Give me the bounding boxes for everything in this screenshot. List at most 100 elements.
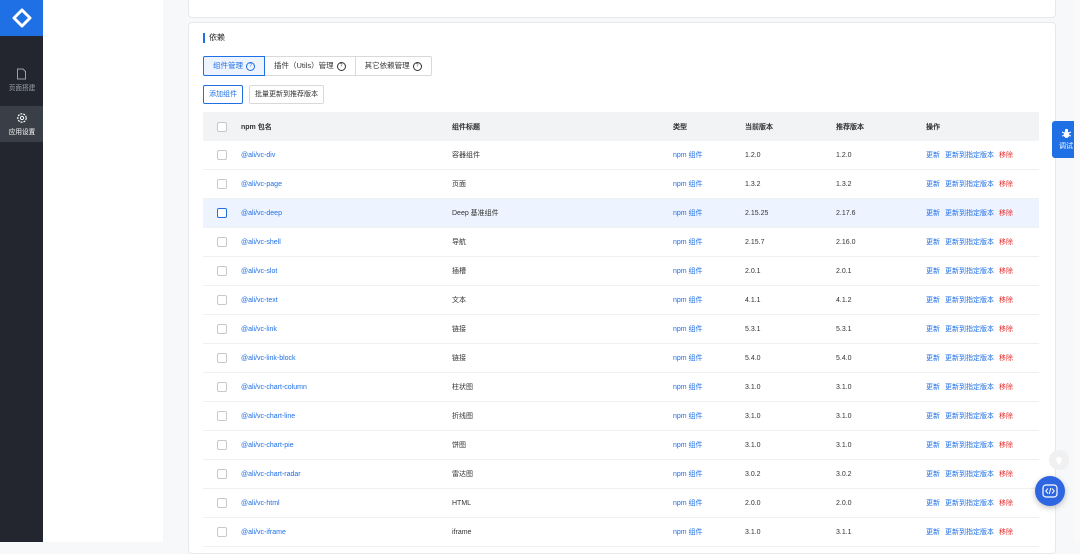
component-type-link[interactable]: npm 组件 [673,413,703,420]
select-all-checkbox[interactable] [217,121,227,132]
update-to-version-link[interactable]: 更新到指定版本 [945,297,994,304]
remove-link[interactable]: 移除 [999,239,1013,246]
update-to-version-link[interactable]: 更新到指定版本 [945,384,994,391]
update-link[interactable]: 更新 [926,500,940,507]
update-link[interactable]: 更新 [926,297,940,304]
package-name-link[interactable]: @ali/vc-chart-column [241,384,307,391]
row-checkbox[interactable] [217,440,227,450]
component-type-link[interactable]: npm 组件 [673,500,703,507]
row-checkbox[interactable] [217,469,227,479]
package-name-link[interactable]: @ali/vc-html [241,500,280,507]
component-type-link[interactable]: npm 组件 [673,239,703,246]
package-name-link[interactable]: @ali/vc-chart-pie [241,442,294,449]
package-name-link[interactable]: @ali/vc-text [241,297,278,304]
sidebar-item-page-builder[interactable]: 页面搭建 [0,62,43,98]
page-scrollbar[interactable] [1074,0,1080,542]
remove-link[interactable]: 移除 [999,355,1013,362]
remove-link[interactable]: 移除 [999,471,1013,478]
row-checkbox[interactable] [217,266,227,276]
update-to-version-link[interactable]: 更新到指定版本 [945,210,994,217]
update-to-version-link[interactable]: 更新到指定版本 [945,355,994,362]
update-link[interactable]: 更新 [926,326,940,333]
component-type-link[interactable]: npm 组件 [673,297,703,304]
component-type-link[interactable]: npm 组件 [673,355,703,362]
component-type-link[interactable]: npm 组件 [673,326,703,333]
update-to-version-link[interactable]: 更新到指定版本 [945,529,994,536]
package-name-link[interactable]: @ali/vc-link-block [241,355,296,362]
help-icon[interactable]: ? [412,61,422,71]
batch-update-button[interactable]: 批量更新到推荐版本 [249,85,324,104]
package-name-link[interactable]: @ali/vc-shell [241,239,281,246]
remove-link[interactable]: 移除 [999,181,1013,188]
tab-utils-management[interactable]: 插件（Utils）管理 ? [264,56,356,76]
location-pin-button[interactable] [1049,450,1069,470]
add-component-button[interactable]: 添加组件 [203,85,243,104]
update-to-version-link[interactable]: 更新到指定版本 [945,500,994,507]
row-checkbox[interactable] [217,527,227,537]
update-link[interactable]: 更新 [926,442,940,449]
row-checkbox[interactable] [217,324,227,334]
package-name-link[interactable]: @ali/vc-page [241,181,282,188]
sidebar-item-app-settings[interactable]: 应用设置 [0,106,43,142]
remove-link[interactable]: 移除 [999,500,1013,507]
remove-link[interactable]: 移除 [999,326,1013,333]
update-to-version-link[interactable]: 更新到指定版本 [945,152,994,159]
remove-link[interactable]: 移除 [999,297,1013,304]
recommended-version: 1.2.0 [836,141,926,170]
update-link[interactable]: 更新 [926,181,940,188]
update-to-version-link[interactable]: 更新到指定版本 [945,239,994,246]
row-checkbox[interactable] [217,353,227,363]
update-to-version-link[interactable]: 更新到指定版本 [945,442,994,449]
remove-link[interactable]: 移除 [999,268,1013,275]
update-to-version-link[interactable]: 更新到指定版本 [945,181,994,188]
remove-link[interactable]: 移除 [999,152,1013,159]
remove-link[interactable]: 移除 [999,529,1013,536]
update-to-version-link[interactable]: 更新到指定版本 [945,413,994,420]
component-type-link[interactable]: npm 组件 [673,529,703,536]
update-link[interactable]: 更新 [926,413,940,420]
update-link[interactable]: 更新 [926,239,940,246]
package-name-link[interactable]: @ali/vc-div [241,152,275,159]
row-checkbox[interactable] [217,411,227,421]
update-link[interactable]: 更新 [926,355,940,362]
remove-link[interactable]: 移除 [999,442,1013,449]
component-type-link[interactable]: npm 组件 [673,442,703,449]
component-type-link[interactable]: npm 组件 [673,471,703,478]
update-link[interactable]: 更新 [926,152,940,159]
update-link[interactable]: 更新 [926,529,940,536]
row-checkbox[interactable] [217,179,227,189]
component-type-link[interactable]: npm 组件 [673,384,703,391]
remove-link[interactable]: 移除 [999,384,1013,391]
tab-other-dependencies[interactable]: 其它依赖管理 ? [354,56,432,76]
row-checkbox[interactable] [217,295,227,305]
code-assistant-button[interactable] [1035,476,1065,506]
component-type-link[interactable]: npm 组件 [673,181,703,188]
remove-link[interactable]: 移除 [999,210,1013,217]
help-icon[interactable]: ? [336,61,346,71]
component-type-link[interactable]: npm 组件 [673,210,703,217]
update-link[interactable]: 更新 [926,384,940,391]
package-name-link[interactable]: @ali/vc-slot [241,268,277,275]
tab-component-management[interactable]: 组件管理 ? [203,56,265,76]
help-icon[interactable]: ? [246,61,255,71]
row-checkbox[interactable] [217,498,227,508]
package-name-link[interactable]: @ali/vc-deep [241,210,282,217]
package-name-link[interactable]: @ali/vc-chart-radar [241,471,301,478]
component-type-link[interactable]: npm 组件 [673,268,703,275]
app-logo[interactable] [0,0,43,36]
row-checkbox[interactable] [217,382,227,392]
remove-link[interactable]: 移除 [999,413,1013,420]
row-checkbox[interactable] [217,237,227,247]
update-to-version-link[interactable]: 更新到指定版本 [945,471,994,478]
update-link[interactable]: 更新 [926,471,940,478]
update-link[interactable]: 更新 [926,268,940,275]
update-to-version-link[interactable]: 更新到指定版本 [945,268,994,275]
row-checkbox[interactable] [217,208,227,218]
component-type-link[interactable]: npm 组件 [673,152,703,159]
row-checkbox[interactable] [217,150,227,160]
update-link[interactable]: 更新 [926,210,940,217]
package-name-link[interactable]: @ali/vc-chart-line [241,413,295,420]
package-name-link[interactable]: @ali/vc-iframe [241,529,286,536]
update-to-version-link[interactable]: 更新到指定版本 [945,326,994,333]
package-name-link[interactable]: @ali/vc-link [241,326,277,333]
